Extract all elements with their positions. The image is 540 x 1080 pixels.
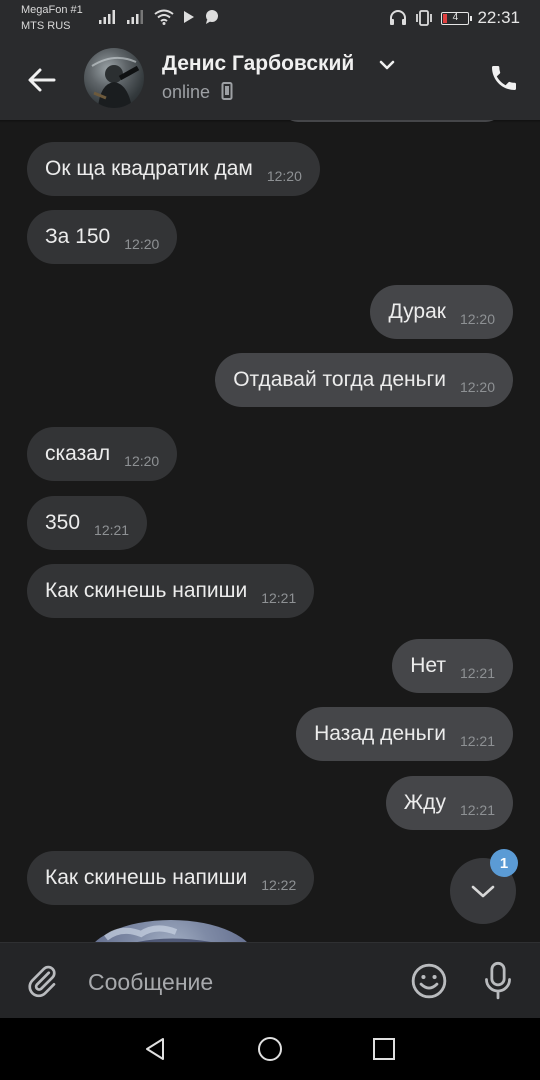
message-time: 12:21: [261, 590, 297, 606]
nav-back-icon[interactable]: [142, 1036, 168, 1062]
message-bubble-outgoing[interactable]: Назад деньги 12:21: [296, 707, 513, 761]
nav-recent-apps-icon[interactable]: [372, 1037, 396, 1061]
headphones-icon: [390, 10, 407, 25]
carrier-2: MTS RUS: [21, 20, 71, 32]
message-text: Ок ща квадратик дам: [45, 157, 253, 180]
message-time: 12:20: [124, 236, 160, 252]
message-text: Жду: [403, 791, 446, 814]
microphone-icon[interactable]: [482, 961, 514, 1001]
message-bubble-incoming[interactable]: Как скинешь напиши 12:22: [27, 851, 315, 905]
message-text: 350: [45, 511, 81, 534]
contact-name[interactable]: Денис Гарбовский: [162, 52, 354, 76]
paperclip-icon[interactable]: [24, 963, 60, 999]
wifi-icon: [154, 9, 174, 25]
status-right: 4 22:31: [389, 8, 520, 28]
message-time: 12:21: [459, 733, 495, 749]
contact-status: online: [162, 82, 233, 103]
chevron-down-icon: [471, 885, 495, 898]
message-time: 12:21: [459, 665, 495, 681]
message-bubble-partial[interactable]: [282, 120, 502, 122]
message-bubble-incoming[interactable]: 350 12:21: [27, 496, 148, 550]
message-text: Назад деньги: [314, 722, 446, 745]
media-attachment-preview[interactable]: [86, 920, 256, 942]
unread-badge: 1: [490, 849, 518, 877]
message-bubble-outgoing[interactable]: Жду 12:21: [385, 776, 513, 830]
mobile-device-icon: [221, 82, 233, 100]
message-time: 12:20: [459, 311, 495, 327]
back-arrow-icon[interactable]: [24, 62, 60, 98]
message-bubble-incoming[interactable]: Ок ща квадратик дам 12:20: [27, 142, 320, 196]
message-text: Нет: [410, 654, 446, 677]
message-bubble-outgoing[interactable]: Нет 12:21: [392, 639, 513, 693]
vibrate-icon: [416, 10, 433, 26]
avatar[interactable]: [84, 48, 144, 108]
status-icons: [98, 9, 220, 25]
nav-home-icon[interactable]: [257, 1036, 283, 1062]
message-time: 12:20: [266, 168, 302, 184]
signal-1-icon: [99, 10, 115, 24]
message-bubble-outgoing[interactable]: Дурак 12:20: [370, 285, 513, 339]
message-text: За 150: [45, 225, 111, 248]
message-bubble-incoming[interactable]: За 150 12:20: [27, 210, 178, 264]
play-icon: [184, 11, 194, 23]
message-text: Дурак: [388, 300, 446, 323]
message-list[interactable]: Ок ща квадратик дам 12:20 За 150 12:20 Д…: [0, 120, 540, 942]
message-time: 12:21: [459, 802, 495, 818]
message-time: 12:22: [261, 877, 297, 893]
chat-header: Денис Гарбовский online: [0, 38, 540, 120]
message-time: 12:20: [459, 379, 495, 395]
battery-level: 4: [452, 11, 459, 23]
message-icon: [206, 10, 218, 24]
message-input[interactable]: [86, 961, 390, 1003]
message-composer: [0, 942, 540, 1019]
system-navigation-bar: [0, 1018, 540, 1080]
message-text: сказал: [45, 442, 111, 465]
message-bubble-incoming[interactable]: Как скинешь напиши 12:21: [27, 564, 315, 618]
message-time: 12:20: [124, 453, 160, 469]
clock: 22:31: [477, 8, 520, 27]
emoji-icon[interactable]: [410, 962, 448, 1000]
battery-icon: 4: [441, 11, 473, 25]
signal-2-icon: [127, 10, 143, 24]
message-text: Отдавай тогда деньги: [233, 368, 446, 391]
message-bubble-outgoing[interactable]: Отдавай тогда деньги 12:20: [215, 353, 513, 407]
message-text: Как скинешь напиши: [45, 866, 248, 889]
status-bar: MegaFon #1 MTS RUS 4 22:31: [0, 0, 540, 38]
message-text: Как скинешь напиши: [45, 579, 248, 602]
message-time: 12:21: [94, 522, 130, 538]
phone-icon[interactable]: [488, 62, 520, 94]
message-bubble-incoming[interactable]: сказал 12:20: [27, 427, 178, 481]
chevron-down-icon[interactable]: [378, 58, 396, 72]
status-text: online: [162, 82, 211, 102]
carrier-1: MegaFon #1: [21, 4, 83, 16]
